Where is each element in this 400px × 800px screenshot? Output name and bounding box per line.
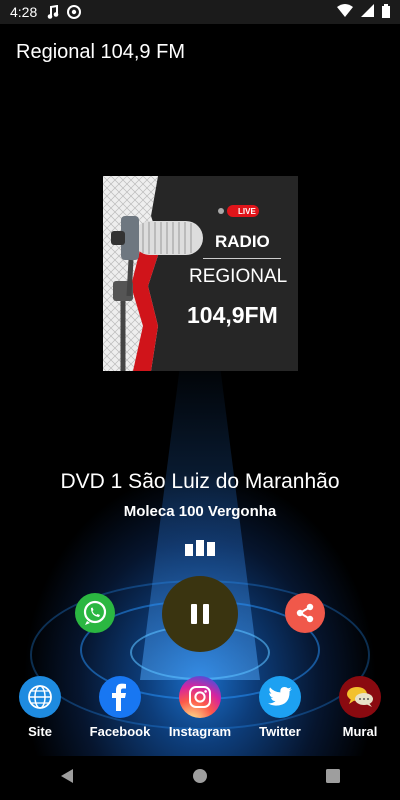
system-nav-bar [0,756,400,800]
globe-icon [19,676,61,718]
cover-divider [203,258,281,259]
whatsapp-icon [83,600,107,625]
link-label: Instagram [168,724,232,739]
share-button[interactable] [285,593,325,633]
app-title: Regional 104,9 FM [16,40,185,63]
recents-nav-button[interactable] [325,768,341,789]
pause-button[interactable] [162,576,238,652]
link-label: Twitter [259,724,301,739]
status-time: 4:28 [10,4,38,20]
home-circle-icon [192,768,207,783]
signal-icon [361,4,374,20]
pause-icon [191,604,209,624]
link-site[interactable]: Site [0,676,80,739]
cover-line-frequency: 104,9FM [187,302,278,328]
facebook-icon [99,676,141,718]
chat-bubbles-icon [339,676,381,718]
link-twitter[interactable]: Twitter [240,676,320,739]
cover-line-regional: REGIONAL [189,266,288,287]
social-links-bar: Site Facebook Instagram Twitter Mural [0,676,400,739]
home-nav-button[interactable] [192,768,208,789]
song-artist: Moleca 100 Vergonha [123,503,277,520]
song-title: DVD 1 São Luiz do Maranhão [60,470,340,493]
live-badge: LIVE [238,207,256,216]
recents-square-icon [326,768,341,783]
instagram-icon [179,676,221,718]
battery-icon [382,3,390,21]
link-label: Mural [342,724,378,739]
equalizer-icon [185,540,215,556]
cover-line-radio: RADIO [215,232,270,251]
back-nav-button[interactable] [59,768,75,789]
link-instagram[interactable]: Instagram [160,676,240,739]
link-facebook[interactable]: Facebook [80,676,160,739]
app-bar: Regional 104,9 FM [0,24,400,80]
back-triangle-icon [60,768,73,783]
link-mural[interactable]: Mural [320,676,400,739]
status-bar: 4:28 [0,0,400,24]
music-note-icon [47,5,59,19]
player-screen: LIVE RADIO REGIONAL 104,9FM DVD 1 São Lu… [0,80,400,756]
station-cover-art: LIVE RADIO REGIONAL 104,9FM [103,176,298,371]
share-icon [296,603,314,623]
twitter-icon [259,676,301,718]
whatsapp-button[interactable] [75,593,115,633]
link-label: Facebook [89,724,151,739]
at-sign-icon [67,5,82,19]
wifi-icon [337,4,353,20]
link-label: Site [28,724,52,739]
